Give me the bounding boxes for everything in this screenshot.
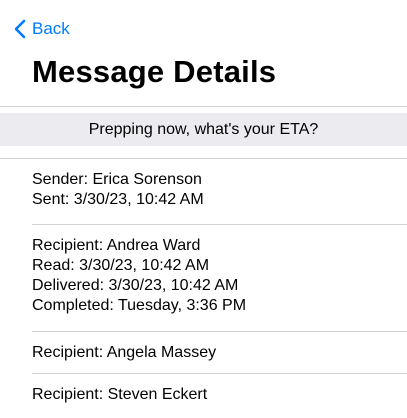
- list-divider: [32, 331, 407, 332]
- recipient-name: Recipient: Andrea Ward: [32, 237, 201, 254]
- sent-time: Sent: 3/30/23, 10:42 AM: [32, 191, 204, 208]
- header-divider: [0, 106, 407, 107]
- back-button[interactable]: Back: [14, 18, 70, 40]
- delivered-time: Delivered: 3/30/23, 10:42 AM: [32, 277, 239, 294]
- sender-name: Sender: Erica Sorenson: [32, 171, 202, 188]
- sender-info: Sender: Erica Sorenson Sent: 3/30/23, 10…: [32, 170, 204, 210]
- chevron-left-icon: [14, 19, 26, 39]
- list-divider: [32, 373, 407, 374]
- back-label: Back: [32, 19, 70, 38]
- recipient-item: Recipient: Angela Massey: [32, 343, 216, 363]
- recipient-name: Recipient: Steven Eckert: [32, 386, 208, 403]
- page-title: Message Details: [32, 54, 277, 89]
- message-divider: [0, 158, 407, 159]
- recipient-item: Recipient: Andrea Ward Read: 3/30/23, 10…: [32, 236, 246, 316]
- message-text: Prepping now, what's your ETA?: [88, 120, 319, 138]
- completed-time: Completed: Tuesday, 3:36 PM: [32, 297, 247, 314]
- message-text-bar: Prepping now, what's your ETA?: [0, 113, 407, 146]
- read-time: Read: 3/30/23, 10:42 AM: [32, 257, 210, 274]
- recipient-name: Recipient: Angela Massey: [32, 344, 217, 361]
- recipient-item: Recipient: Steven Eckert: [32, 385, 207, 405]
- list-divider: [32, 224, 407, 225]
